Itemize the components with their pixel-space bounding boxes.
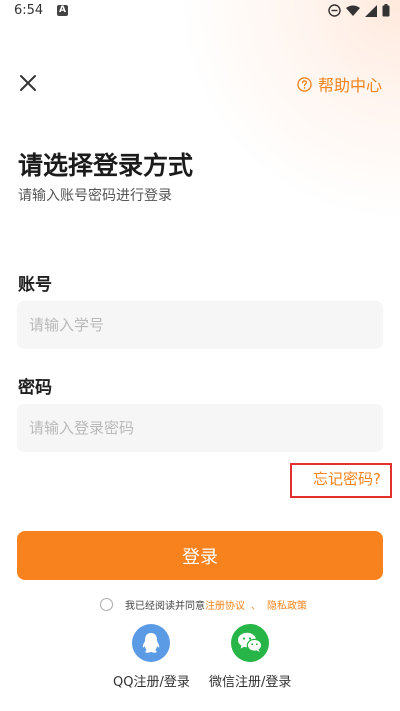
login-button[interactable]: 登录 <box>17 531 383 580</box>
close-button[interactable] <box>16 71 40 95</box>
status-time: 6:54 <box>14 3 44 18</box>
status-bar: 6:54 A <box>0 0 400 24</box>
wechat-login-label: 微信注册/登录 <box>209 675 292 690</box>
qq-login-button[interactable]: QQ注册/登录 <box>113 624 190 690</box>
forgot-password-link[interactable]: 忘记密码? <box>313 468 381 489</box>
wechat-icon <box>231 624 270 662</box>
password-label: 密码 <box>18 378 52 398</box>
signal-icon <box>365 4 377 17</box>
agreement-separator: 、 <box>251 601 261 612</box>
password-input[interactable] <box>17 404 383 452</box>
help-circle-icon <box>297 76 312 92</box>
account-input[interactable] <box>17 301 383 349</box>
battery-icon <box>382 4 390 17</box>
page-subtitle: 请输入账号密码进行登录 <box>18 188 172 204</box>
status-icons <box>328 4 390 17</box>
account-label: 账号 <box>18 275 52 295</box>
terms-link[interactable]: 注册协议 <box>205 597 245 612</box>
agreement-row: 我已经阅读并同意 注册协议 、 隐私政策 <box>100 597 307 612</box>
help-center-label: 帮助中心 <box>317 76 382 95</box>
help-center-link[interactable]: 帮助中心 <box>297 72 382 96</box>
agreement-prefix: 我已经阅读并同意 <box>125 601 205 612</box>
qq-icon <box>132 624 171 662</box>
qq-login-label: QQ注册/登录 <box>113 675 190 690</box>
wechat-login-button[interactable]: 微信注册/登录 <box>209 624 291 690</box>
close-icon <box>20 75 36 91</box>
notification-icon: A <box>57 5 68 16</box>
wifi-icon <box>346 5 360 16</box>
page-title: 请选择登录方式 <box>18 151 194 180</box>
do-not-disturb-icon <box>328 4 341 17</box>
privacy-link[interactable]: 隐私政策 <box>267 597 307 612</box>
agreement-radio[interactable] <box>100 598 113 611</box>
